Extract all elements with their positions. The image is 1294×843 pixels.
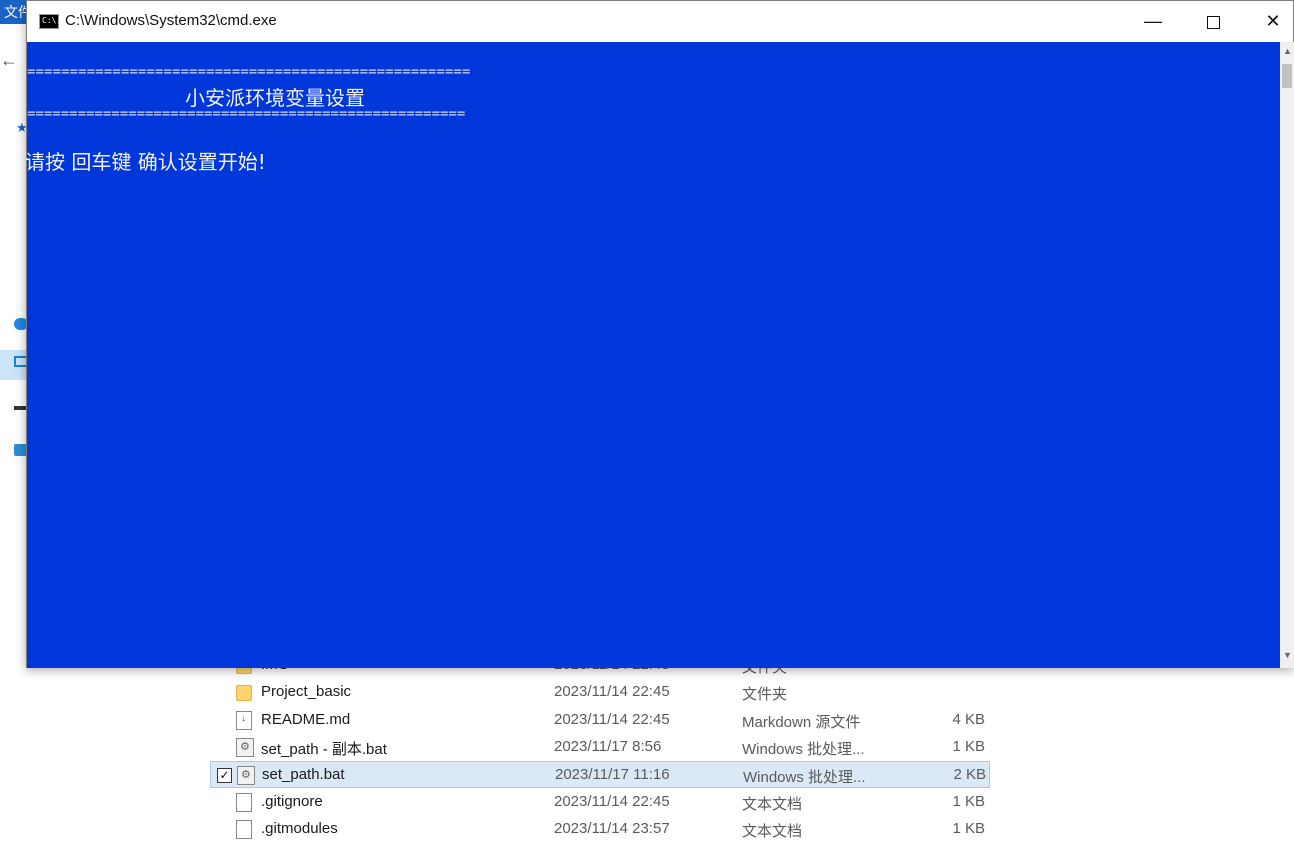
file-name: README.md (261, 711, 351, 728)
file-name: set_path - 副本.bat (261, 741, 387, 758)
vertical-scrollbar[interactable]: ▲ ▼ (1280, 42, 1294, 668)
text-file-icon (236, 793, 252, 812)
close-button[interactable]: ✕ (1244, 1, 1294, 42)
file-name: Project_basic (261, 683, 352, 700)
cmd-icon-glyph: C:\. (42, 16, 62, 25)
folder-icon (236, 685, 252, 701)
file-date: 2023/11/14 22:45 (554, 793, 670, 810)
file-row[interactable]: .gitignore 2023/11/14 22:45 文本文档 1 KB (210, 789, 990, 816)
file-type: Markdown 源文件 (742, 714, 861, 731)
file-name: .gitignore (261, 793, 323, 810)
file-row[interactable]: README.md 2023/11/14 22:45 Markdown 源文件 … (210, 707, 990, 734)
file-date: 2023/11/17 8:56 (554, 738, 662, 755)
console-prompt: 请按 回车键 确认设置开始! (25, 150, 266, 174)
file-row[interactable]: set_path - 副本.bat 2023/11/17 8:56 Window… (210, 734, 990, 761)
file-size: 1 KB (952, 820, 985, 837)
file-row[interactable]: Project_basic 2023/11/14 22:45 文件夹 (210, 679, 990, 706)
separator-line: ========================================… (27, 64, 471, 80)
scrollbar-thumb[interactable] (1282, 64, 1292, 88)
row-checkbox[interactable]: ✓ (217, 768, 232, 783)
file-size: 2 KB (953, 766, 986, 783)
file-type: 文本文档 (742, 823, 803, 840)
scroll-up-arrow-icon[interactable]: ▲ (1283, 46, 1292, 56)
file-type: Windows 批处理... (743, 769, 866, 786)
file-row-selected[interactable]: ✓ set_path.bat 2023/11/17 11:16 Windows … (210, 761, 990, 788)
back-arrow-icon[interactable]: ← (0, 50, 18, 71)
batch-file-icon (237, 766, 255, 785)
cmd-app-icon[interactable]: C:\. (39, 14, 62, 29)
file-date: 2023/11/14 23:57 (554, 820, 670, 837)
maximize-button[interactable] (1184, 1, 1242, 42)
cmd-window[interactable]: C:\. C:\Windows\System32\cmd.exe — ✕ ===… (25, 0, 1294, 668)
file-type: 文本文档 (742, 796, 803, 813)
minimize-button[interactable]: — (1124, 1, 1182, 42)
window-title: C:\Windows\System32\cmd.exe (65, 12, 277, 29)
file-type: Windows 批处理... (742, 741, 865, 758)
file-size: 4 KB (952, 711, 985, 728)
cmd-title-bar[interactable]: C:\. C:\Windows\System32\cmd.exe — ✕ (27, 1, 1293, 42)
console-output[interactable]: ========================================… (25, 42, 1280, 668)
maximize-icon (1206, 15, 1220, 29)
file-name: .gitmodules (261, 820, 338, 837)
file-size: 1 KB (952, 738, 985, 755)
markdown-file-icon (236, 711, 252, 730)
file-type: 文件夹 (742, 686, 788, 703)
separator-line: ========================================… (27, 106, 466, 122)
file-size: 1 KB (952, 793, 985, 810)
file-date: 2023/11/14 22:45 (554, 711, 670, 728)
file-date: 2023/11/14 22:45 (554, 683, 670, 700)
scroll-down-arrow-icon[interactable]: ▼ (1283, 650, 1292, 660)
batch-file-icon (236, 738, 254, 757)
file-date: 2023/11/17 11:16 (555, 766, 670, 783)
file-name: set_path.bat (262, 766, 345, 783)
